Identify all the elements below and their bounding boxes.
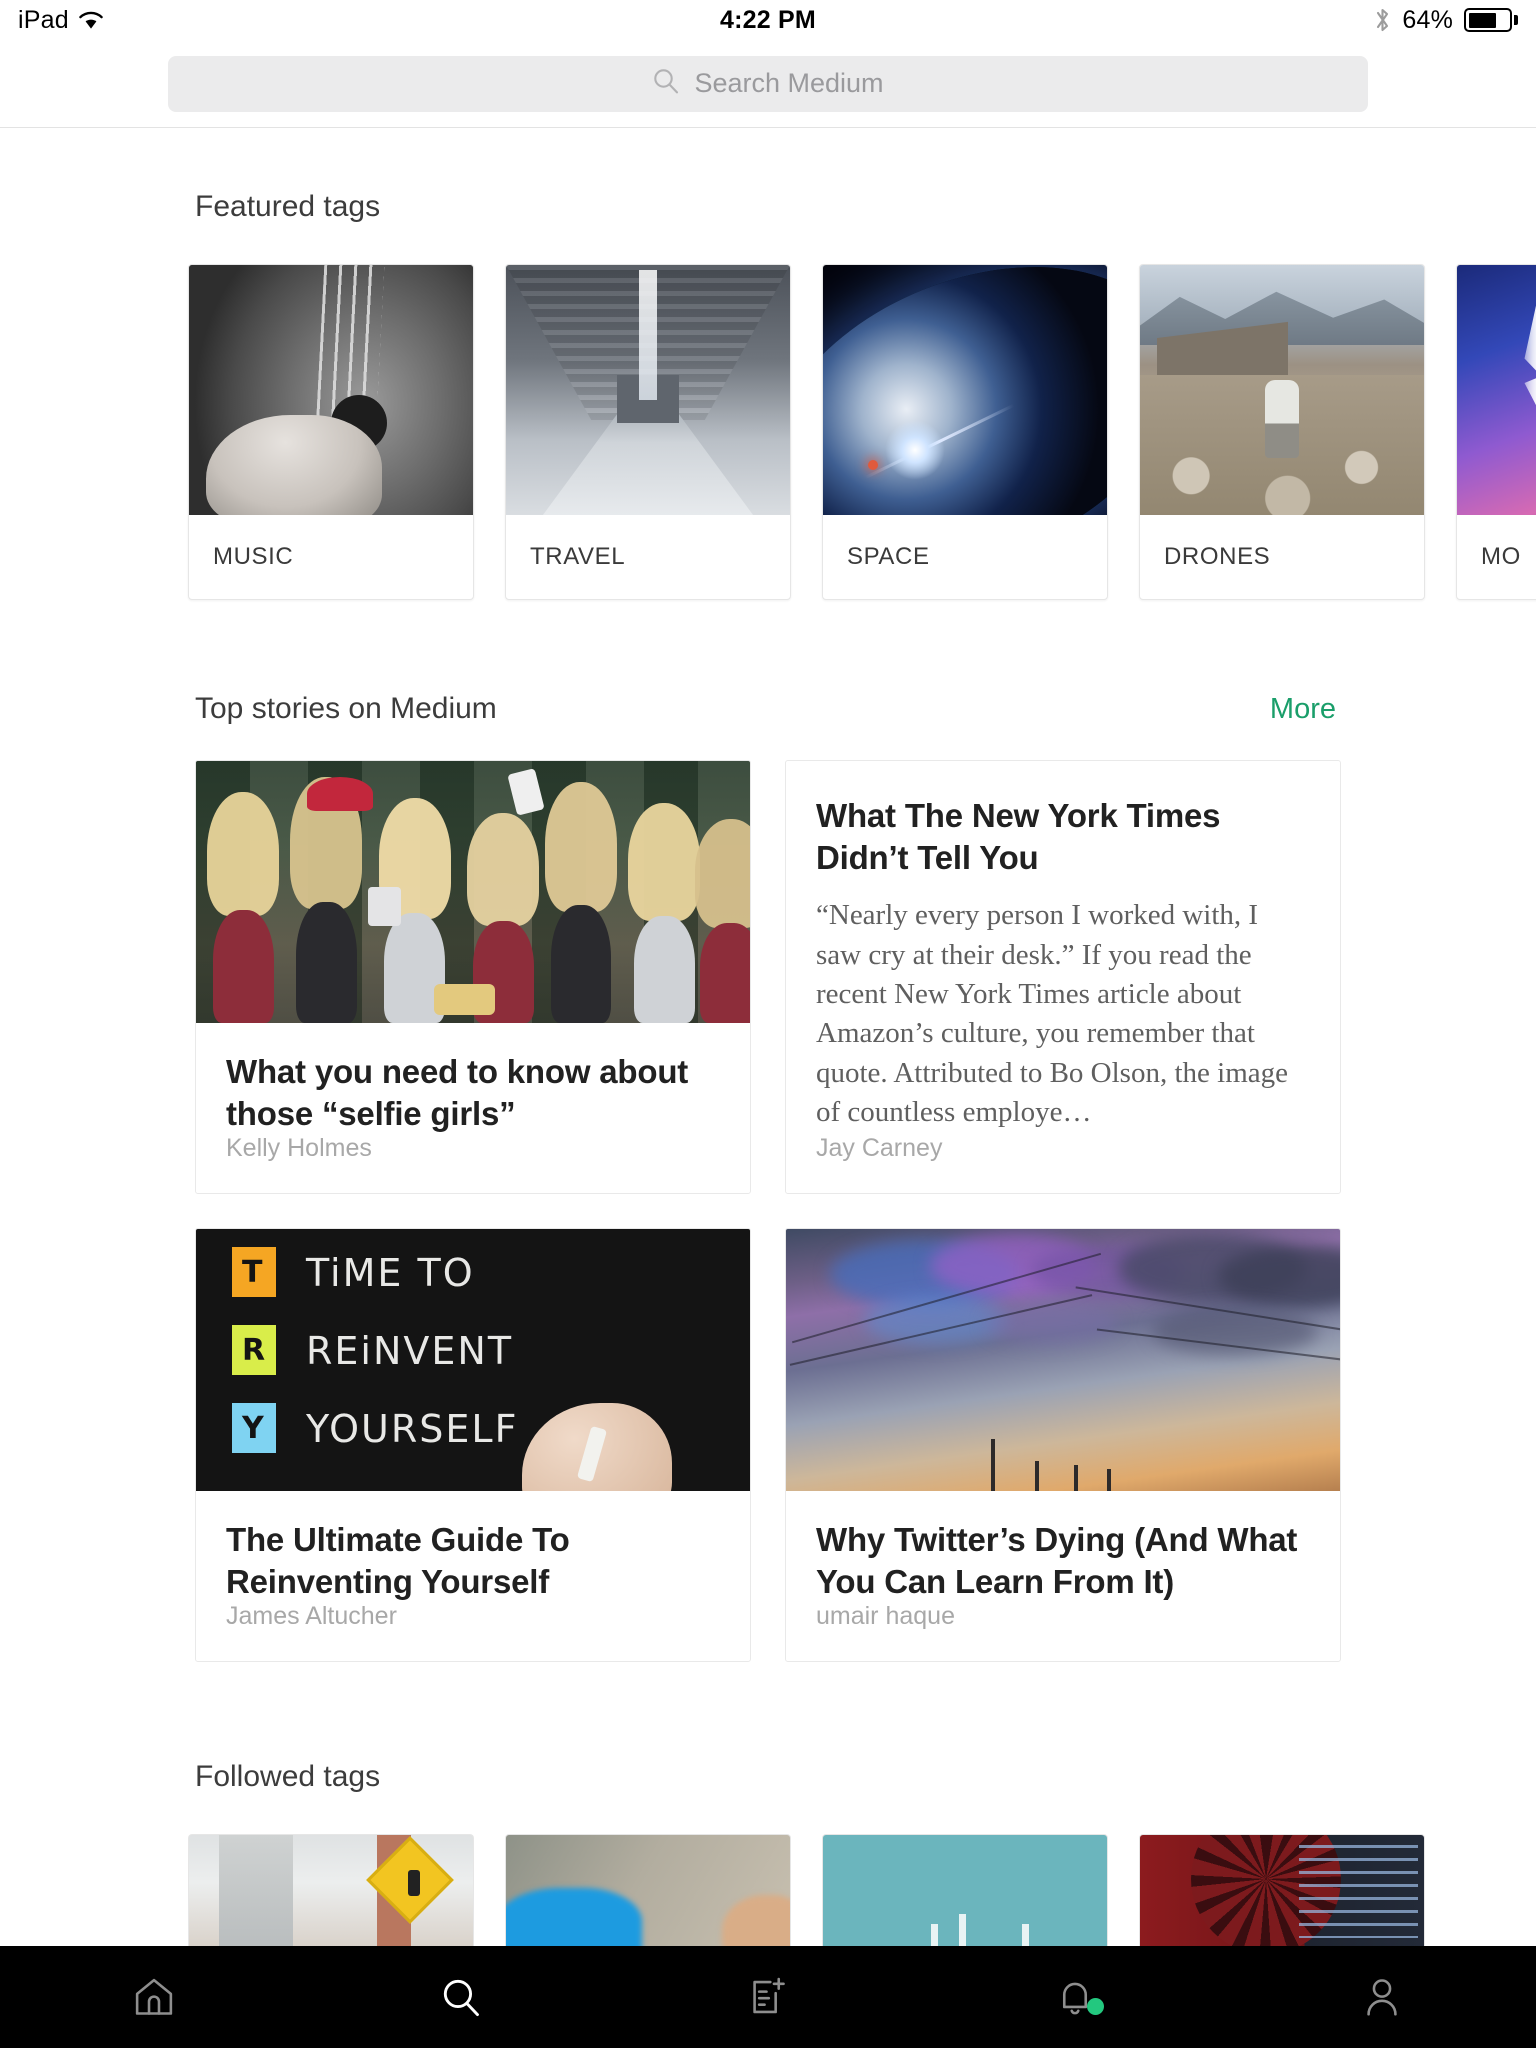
- bluetooth-icon: [1374, 6, 1391, 34]
- tag-thumbnail: [823, 265, 1107, 515]
- chalk-text: YOURSELF: [306, 1407, 519, 1452]
- followed-tag-card[interactable]: [505, 1834, 791, 1946]
- story-title: Why Twitter’s Dying (And What You Can Le…: [816, 1521, 1298, 1600]
- story-excerpt: “Nearly every person I worked with, I sa…: [816, 899, 1289, 1129]
- story-card[interactable]: What you need to know about those “selfi…: [195, 760, 751, 1195]
- chalk-text: TiME TO: [306, 1251, 475, 1296]
- top-stories-header: Top stories on Medium More: [0, 692, 1536, 726]
- featured-tag-label: MUSIC: [213, 543, 294, 570]
- content-scroll-area[interactable]: Featured tags MUSIC TRAVEL SPACE DRONES MO T…: [0, 128, 1536, 1946]
- story-title: What you need to know about those “selfi…: [226, 1053, 689, 1132]
- story-body: Why Twitter’s Dying (And What You Can Le…: [786, 1491, 1340, 1602]
- followed-tags-header: Followed tags: [0, 1760, 1536, 1794]
- wifi-icon: [78, 10, 104, 30]
- tab-home[interactable]: [0, 1974, 307, 2020]
- featured-tags-header: Featured tags: [0, 190, 1536, 224]
- search-icon: [652, 67, 680, 100]
- tag-thumbnail: [506, 265, 790, 515]
- featured-tag-card[interactable]: TRAVEL: [505, 264, 791, 600]
- top-stories-title: Top stories on Medium: [195, 692, 497, 725]
- chalk-text: REiNVENT: [306, 1329, 514, 1374]
- followed-tag-card[interactable]: [822, 1834, 1108, 1946]
- followed-tags-title: Followed tags: [195, 1760, 381, 1794]
- story-image: T TiME TO R REiNVENT Y YOURSELF: [196, 1229, 750, 1492]
- device-name: iPad: [18, 5, 69, 34]
- app-screen: iPad 4:22 PM 64% Search Medium Featured …: [0, 0, 1536, 2048]
- featured-tag-label: TRAVEL: [530, 543, 626, 570]
- battery-percent: 64%: [1402, 5, 1453, 34]
- tag-thumbnail: [1457, 265, 1536, 515]
- status-bar-right: 64%: [1374, 6, 1518, 35]
- story-image: [196, 761, 750, 1023]
- story-author: James Altucher: [226, 1602, 397, 1631]
- chalk-letter: R: [242, 1333, 266, 1369]
- story-body: What The New York Times Didn’t Tell You “…: [786, 761, 1340, 1134]
- followed-tags-section: Followed tags: [0, 1760, 1536, 1946]
- profile-icon: [1359, 1974, 1405, 2020]
- home-icon: [131, 1974, 177, 2020]
- top-stories-grid: What you need to know about those “selfi…: [0, 760, 1536, 1663]
- featured-tags-title: Featured tags: [195, 190, 381, 223]
- story-author: Kelly Holmes: [226, 1134, 372, 1163]
- tag-thumbnail: [189, 265, 473, 515]
- search-placeholder: Search Medium: [694, 68, 884, 98]
- featured-tag-label: MO: [1481, 543, 1521, 570]
- featured-tags-row[interactable]: MUSIC TRAVEL SPACE DRONES MO: [0, 264, 1536, 600]
- tab-profile[interactable]: [1229, 1974, 1536, 2020]
- featured-tag-card[interactable]: SPACE: [822, 264, 1108, 600]
- story-card[interactable]: Why Twitter’s Dying (And What You Can Le…: [785, 1228, 1341, 1663]
- story-title: What The New York Times Didn’t Tell You: [816, 797, 1221, 876]
- search-header: Search Medium: [0, 40, 1536, 128]
- featured-tag-label: SPACE: [847, 543, 930, 570]
- search-icon: [438, 1974, 484, 2020]
- tab-new-story[interactable]: [614, 1974, 921, 2020]
- tag-thumbnail: [1140, 265, 1424, 515]
- chalk-letter: Y: [242, 1411, 264, 1447]
- tab-search[interactable]: [307, 1974, 614, 2020]
- status-bar: iPad 4:22 PM 64%: [0, 0, 1536, 40]
- status-bar-left: iPad: [18, 6, 104, 35]
- top-stories-section: Top stories on Medium More What you need…: [0, 692, 1536, 1663]
- status-bar-clock: 4:22 PM: [720, 5, 816, 34]
- battery-icon: [1464, 8, 1518, 32]
- chalk-letter: T: [242, 1255, 263, 1291]
- story-card[interactable]: T TiME TO R REiNVENT Y YOURSELF The Ultimate G…: [195, 1228, 751, 1663]
- followed-tags-row[interactable]: [0, 1834, 1536, 1946]
- top-stories-more-link[interactable]: More: [1270, 693, 1336, 726]
- featured-tag-card[interactable]: MO: [1456, 264, 1536, 600]
- followed-tag-card[interactable]: [188, 1834, 474, 1946]
- followed-tag-card[interactable]: [1139, 1834, 1425, 1946]
- story-author: Jay Carney: [816, 1134, 943, 1163]
- story-card[interactable]: What The New York Times Didn’t Tell You “…: [785, 760, 1341, 1195]
- story-body: What you need to know about those “selfi…: [196, 1023, 750, 1134]
- notification-badge: [1087, 1998, 1105, 2015]
- story-image: [786, 1229, 1340, 1492]
- featured-tag-card[interactable]: MUSIC: [188, 264, 474, 600]
- featured-tag-card[interactable]: DRONES: [1139, 264, 1425, 600]
- new-story-icon: [745, 1974, 791, 2020]
- story-title: The Ultimate Guide To Reinventing Yourse…: [226, 1521, 570, 1600]
- search-input[interactable]: Search Medium: [168, 55, 1368, 112]
- tab-notifications[interactable]: [922, 1974, 1229, 2020]
- story-author: umair haque: [816, 1602, 955, 1631]
- featured-tag-label: DRONES: [1164, 543, 1271, 570]
- story-body: The Ultimate Guide To Reinventing Yourse…: [196, 1491, 750, 1602]
- featured-tags-section: Featured tags MUSIC TRAVEL SPACE DRONES MO: [0, 190, 1536, 600]
- bottom-tab-bar[interactable]: [0, 1946, 1536, 2048]
